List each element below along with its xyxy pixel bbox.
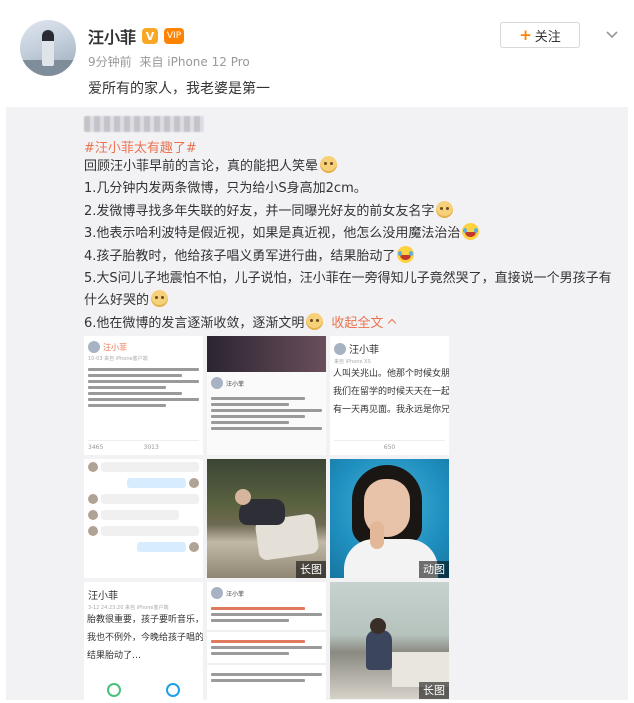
follow-label: 关注	[534, 29, 561, 45]
qq-icon	[166, 683, 181, 697]
avatar[interactable]	[20, 20, 76, 76]
collapse-button[interactable]: 收起全文	[331, 316, 397, 331]
post-meta: 9分钟前 来自 iPhone 12 Pro	[88, 53, 250, 70]
wechat-icon	[106, 683, 121, 697]
screenshot-meta: 10-03 来自 iPhone客户端	[88, 356, 148, 362]
image-grid: 汪小菲 10-03 来自 iPhone客户端 3465 3013 汪小菲 汪小菲 …	[84, 336, 450, 702]
repost-line: 6.他在微博的发言逐渐收敛，逐渐文明 收起全文	[84, 312, 624, 335]
gif-badge: 动图	[419, 561, 449, 578]
image-thumbnail[interactable]: 长图	[207, 459, 326, 578]
repost-line: 3.他表示哈利波特是假近视，如果是真近视，他怎么没用魔法治治	[84, 223, 624, 245]
repost-line: 4.孩子胎教时，他给孩子唱义勇军进行曲，结果胎动了	[84, 245, 624, 268]
doge-emoji-icon	[306, 312, 324, 330]
verified-icon: V	[142, 28, 159, 44]
post-time[interactable]: 9分钟前	[88, 55, 132, 69]
image-thumbnail[interactable]: 汪小菲	[207, 336, 326, 455]
screenshot-user-name: 汪小菲	[226, 590, 245, 598]
laugh-cry-emoji-icon	[397, 245, 415, 263]
screenshot-user-name: 汪小菲	[103, 342, 127, 352]
image-thumbnail[interactable]: 汪小菲 3-12 24:23:20 来自 iPhone客户端 胎教很重要，孩子要…	[84, 582, 203, 701]
comment-count: 650	[383, 444, 396, 451]
follow-button[interactable]: + 关注	[500, 22, 580, 48]
chevron-down-icon[interactable]	[604, 26, 620, 42]
screenshot-user-name: 汪小菲	[349, 345, 379, 356]
chevron-up-icon	[388, 318, 397, 328]
repost-count: 3465	[88, 444, 104, 451]
screenshot-user-name: 汪小菲	[88, 591, 118, 602]
doge-emoji-icon	[320, 156, 338, 173]
blurred-author	[84, 116, 204, 132]
image-thumbnail[interactable]: 汪小菲	[207, 582, 326, 701]
avatar	[88, 341, 100, 353]
avatar	[211, 377, 223, 389]
user-name[interactable]: 汪小菲	[88, 24, 136, 48]
image-thumbnail[interactable]: 汪小菲 来自 iPhone XS 人叫关兆山。他那个时候女朋友 我们在留学的时候…	[330, 336, 449, 455]
laugh-cry-emoji-icon	[462, 223, 480, 241]
repost-line: 1.几分钟内发两条微博，只为给小S身高加2cm。	[84, 181, 367, 197]
screenshot-text: 人叫关兆山。他那个时候女朋友	[333, 369, 449, 379]
image-thumbnail[interactable]: 汪小菲 10-03 来自 iPhone客户端 3465 3013	[84, 336, 203, 455]
doge-emoji-icon	[151, 290, 169, 308]
screenshot-meta: 3-12 24:23:20 来自 iPhone客户端	[88, 605, 169, 611]
user-name-row: 汪小菲 V VIP	[88, 24, 185, 48]
weibo-post: 汪小菲 V VIP 9分钟前 来自 iPhone 12 Pro + 关注 爱所有…	[0, 0, 634, 703]
screenshot-text: 胎教很重要，孩子要听音乐，爸	[87, 615, 203, 625]
long-image-badge: 长图	[419, 682, 449, 699]
image-thumbnail[interactable]: 长图	[330, 582, 449, 699]
screenshot-text: 我也不例外，今晚给孩子唱的是：	[87, 633, 203, 643]
repost-line: 回顾汪小菲早前的言论，真的能把人笑晕	[84, 156, 624, 178]
repost-line: 5.大S问儿子地震怕不怕，儿子说怕，汪小菲在一旁得知儿子竟然哭了，直接说一个男孩…	[84, 270, 612, 309]
post-text: 爱所有的家人，我老婆是第一	[88, 81, 270, 97]
comment-count: 3013	[143, 444, 159, 451]
avatar	[334, 342, 346, 355]
long-image-badge: 长图	[296, 561, 326, 578]
screenshot-text: 有一天再见面。我永远是你兄弟	[333, 405, 449, 415]
repost-text: 回顾汪小菲早前的言论，真的能把人笑晕 1.几分钟内发两条微博，只为给小S身高加2…	[84, 156, 624, 335]
hashtag-link[interactable]: #汪小菲太有趣了#	[84, 137, 197, 156]
repost-line: 2.发微博寻找多年失联的好友，并一同曝光好友的前女友名字	[84, 200, 624, 223]
post-source: 来自 iPhone 12 Pro	[139, 55, 250, 69]
avatar	[211, 587, 223, 599]
image-thumbnail[interactable]: 动图	[330, 459, 449, 578]
image-thumbnail[interactable]	[84, 459, 203, 578]
vip-icon: VIP	[164, 28, 185, 44]
screenshot-text: 结果胎动了…	[87, 651, 142, 661]
screenshot-meta: 来自 iPhone XS	[334, 359, 371, 365]
screenshot-user-name: 汪小菲	[226, 380, 245, 388]
screenshot-text: 我们在留学的时候天天在一起，	[333, 387, 449, 397]
plus-icon: +	[519, 26, 532, 44]
doge-emoji-icon	[436, 200, 454, 218]
